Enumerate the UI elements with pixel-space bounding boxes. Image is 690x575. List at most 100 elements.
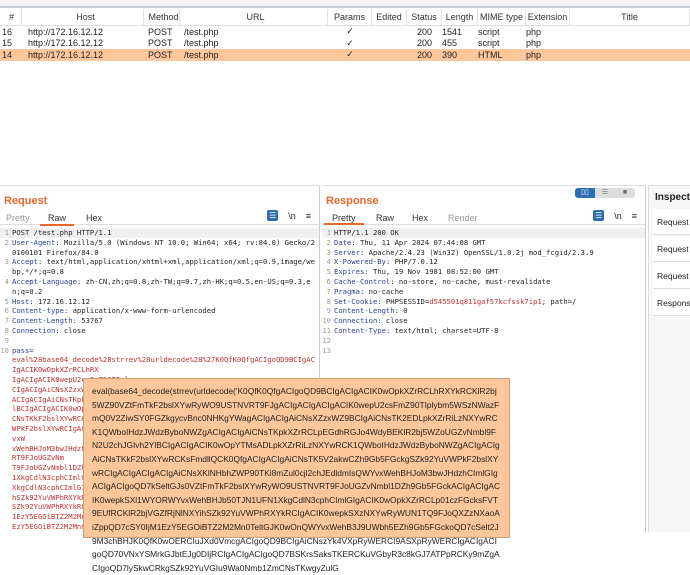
table-row[interactable]: 15 http://172.16.12.12 POST/test.php ✓ 200 45… [0, 38, 690, 50]
line-number: 7 [326, 286, 331, 296]
code-line: 2 User-Agent: Mozilla/5.0 (Windows NT 10.… [0, 238, 319, 258]
cell-method: POST [148, 49, 173, 60]
column-header[interactable]: Length [442, 9, 478, 25]
split-vertical-icon[interactable]: ☰ [595, 188, 615, 198]
header-name: pass= [12, 345, 34, 355]
header-name: Accept [12, 257, 38, 267]
header-name: Connection [12, 325, 56, 335]
newline-icon[interactable]: \n [288, 211, 296, 221]
column-header[interactable]: # [0, 9, 22, 25]
line-text: Date: Thu, 11 Apr 2024 07:44:08 GMT [334, 237, 486, 247]
line-text: POST /test.php HTTP/1.1 [12, 228, 319, 238]
column-header[interactable]: Status [407, 9, 442, 25]
line-number: 4 [326, 257, 331, 267]
header-value: Thu, 11 Apr 2024 07:44:08 GMT [355, 237, 486, 247]
decoded-value-tooltip: eval(base64_decode(strrev(urldecode('K0Q… [83, 378, 510, 573]
line-text: pass= [12, 346, 319, 356]
top-tab-strip [0, 0, 690, 8]
table-row[interactable]: 16 http://172.16.12.12 POST/test.php ✓ 200 15… [0, 26, 690, 38]
line-text: Accept-Language: zh-CN,zh;q=0.8,zh-TW;q=… [12, 276, 311, 296]
column-header[interactable]: MIME type [478, 9, 526, 25]
header-name: Content-Length [334, 306, 395, 316]
cell-num: 16 [2, 26, 13, 37]
inspector-item[interactable]: Request [653, 263, 690, 289]
header-value: PHPSESSID= [381, 296, 430, 306]
http-history-table: # Host Method URL Params Edited Status Length MI… [0, 9, 690, 61]
column-header[interactable]: Title [570, 9, 690, 25]
newline-icon[interactable]: \n [614, 211, 622, 221]
header-name: Expires [334, 267, 365, 277]
cell-host: http://172.16.12.12 [28, 38, 104, 49]
line-number: 5 [326, 267, 331, 277]
header-value: close [59, 325, 86, 335]
response-title: Response [326, 195, 379, 207]
header-value: HTTP/1.1 200 OK [334, 228, 399, 237]
header-name: Connection [334, 316, 378, 326]
header-value: Mozilla/5.0 (Windows NT 10.0; Win64; x64… [12, 237, 315, 257]
cell-params: ✓ [346, 26, 354, 37]
header-value: Thu, 19 Nov 1981 08:52:00 GMT [368, 267, 499, 277]
tab-hex[interactable]: Hex [412, 213, 428, 223]
line-number: 3 [326, 247, 331, 257]
line-text: Cache-Control: no-store, no-cache, must-… [334, 276, 551, 286]
single-pane-icon[interactable]: ■ [615, 188, 635, 198]
split-horizontal-icon[interactable]: ▯▯ [575, 188, 595, 198]
cell-mime: script [478, 38, 500, 49]
line-number: 6 [4, 306, 9, 316]
column-header[interactable]: Extension [526, 9, 570, 25]
line-text: Connection: close [12, 325, 86, 335]
cell-url: /test.php [184, 26, 219, 37]
column-header[interactable]: Method [144, 9, 180, 25]
code-line: 7 Pragma: no-cache [322, 287, 645, 297]
code-line: 7 Content-Length: 53767 [0, 316, 319, 326]
header-name: Content-Type [334, 325, 386, 335]
line-text: Set-Cookie: PHPSESSID=d545501q811gaf57kc… [334, 296, 577, 306]
menu-icon[interactable]: ≡ [306, 211, 311, 221]
tab-pretty[interactable]: Pretty [324, 213, 364, 225]
inspector-item[interactable]: Respons [653, 290, 690, 316]
cell-status: 200 [417, 38, 433, 49]
inspector-item[interactable]: Request [653, 236, 690, 262]
code-line: 5 Host: 172.16.12.12 [0, 297, 319, 307]
code-line: 10 pass= [0, 346, 319, 356]
cell-mime: HTML [478, 49, 503, 60]
code-line: 6 Content-type: application/x-www-form-ur… [0, 306, 319, 316]
code-line: 4 Accept-Language: zh-CN,zh;q=0.8,zh-TW;q… [0, 277, 319, 297]
cell-length: 455 [442, 38, 458, 49]
table-row[interactable]: 14 http://172.16.12.12 POST/test.php ✓ 200 39… [0, 49, 690, 61]
header-name: Pragma [334, 286, 360, 296]
line-number: 3 [4, 257, 9, 267]
tab-raw[interactable]: Raw [376, 213, 394, 223]
tab-hex[interactable]: Hex [86, 213, 102, 223]
line-number: 1 [326, 228, 331, 237]
line-text [334, 346, 645, 356]
inspector-item[interactable]: Request [653, 209, 690, 235]
tab-raw[interactable]: Raw [40, 213, 75, 226]
line-text: Content-Length: 0 [334, 306, 408, 316]
column-header[interactable]: URL [180, 9, 328, 25]
wrap-lines-icon[interactable]: ☰ [267, 210, 279, 221]
tab-render[interactable]: Render [448, 213, 478, 223]
line-text: Content-Type: text/html; charset=UTF-8 [334, 325, 499, 335]
line-number: 10 [0, 345, 9, 355]
wrap-lines-icon[interactable]: ☰ [593, 210, 605, 221]
header-value: application/x-www-form-urlencoded [68, 306, 216, 316]
cell-params: ✓ [346, 37, 354, 48]
line-text: Host: 172.16.12.12 [12, 296, 90, 306]
header-name: Content-Length [12, 316, 73, 326]
header-value: Apache/2.4.23 (Win32) OpenSSL/1.0.2j mod… [364, 247, 594, 257]
line-number: 9 [4, 335, 9, 345]
cell-length: 1541 [442, 26, 463, 37]
column-header[interactable]: Params [328, 9, 372, 25]
cell-mime: script [478, 26, 500, 37]
code-line: 8 Set-Cookie: PHPSESSID=d545501q811gaf57k… [322, 297, 645, 307]
column-header[interactable]: Edited [372, 9, 407, 25]
tab-pretty[interactable]: Pretty [6, 213, 30, 223]
cell-method: POST [148, 26, 173, 37]
menu-icon[interactable]: ≡ [632, 211, 637, 221]
column-header[interactable]: Host [22, 9, 144, 25]
header-value: 172.16.12.12 [33, 296, 90, 306]
cell-ext: php [526, 49, 542, 60]
line-number: 10 [322, 316, 331, 326]
header-name: Cache-Control [334, 276, 391, 286]
